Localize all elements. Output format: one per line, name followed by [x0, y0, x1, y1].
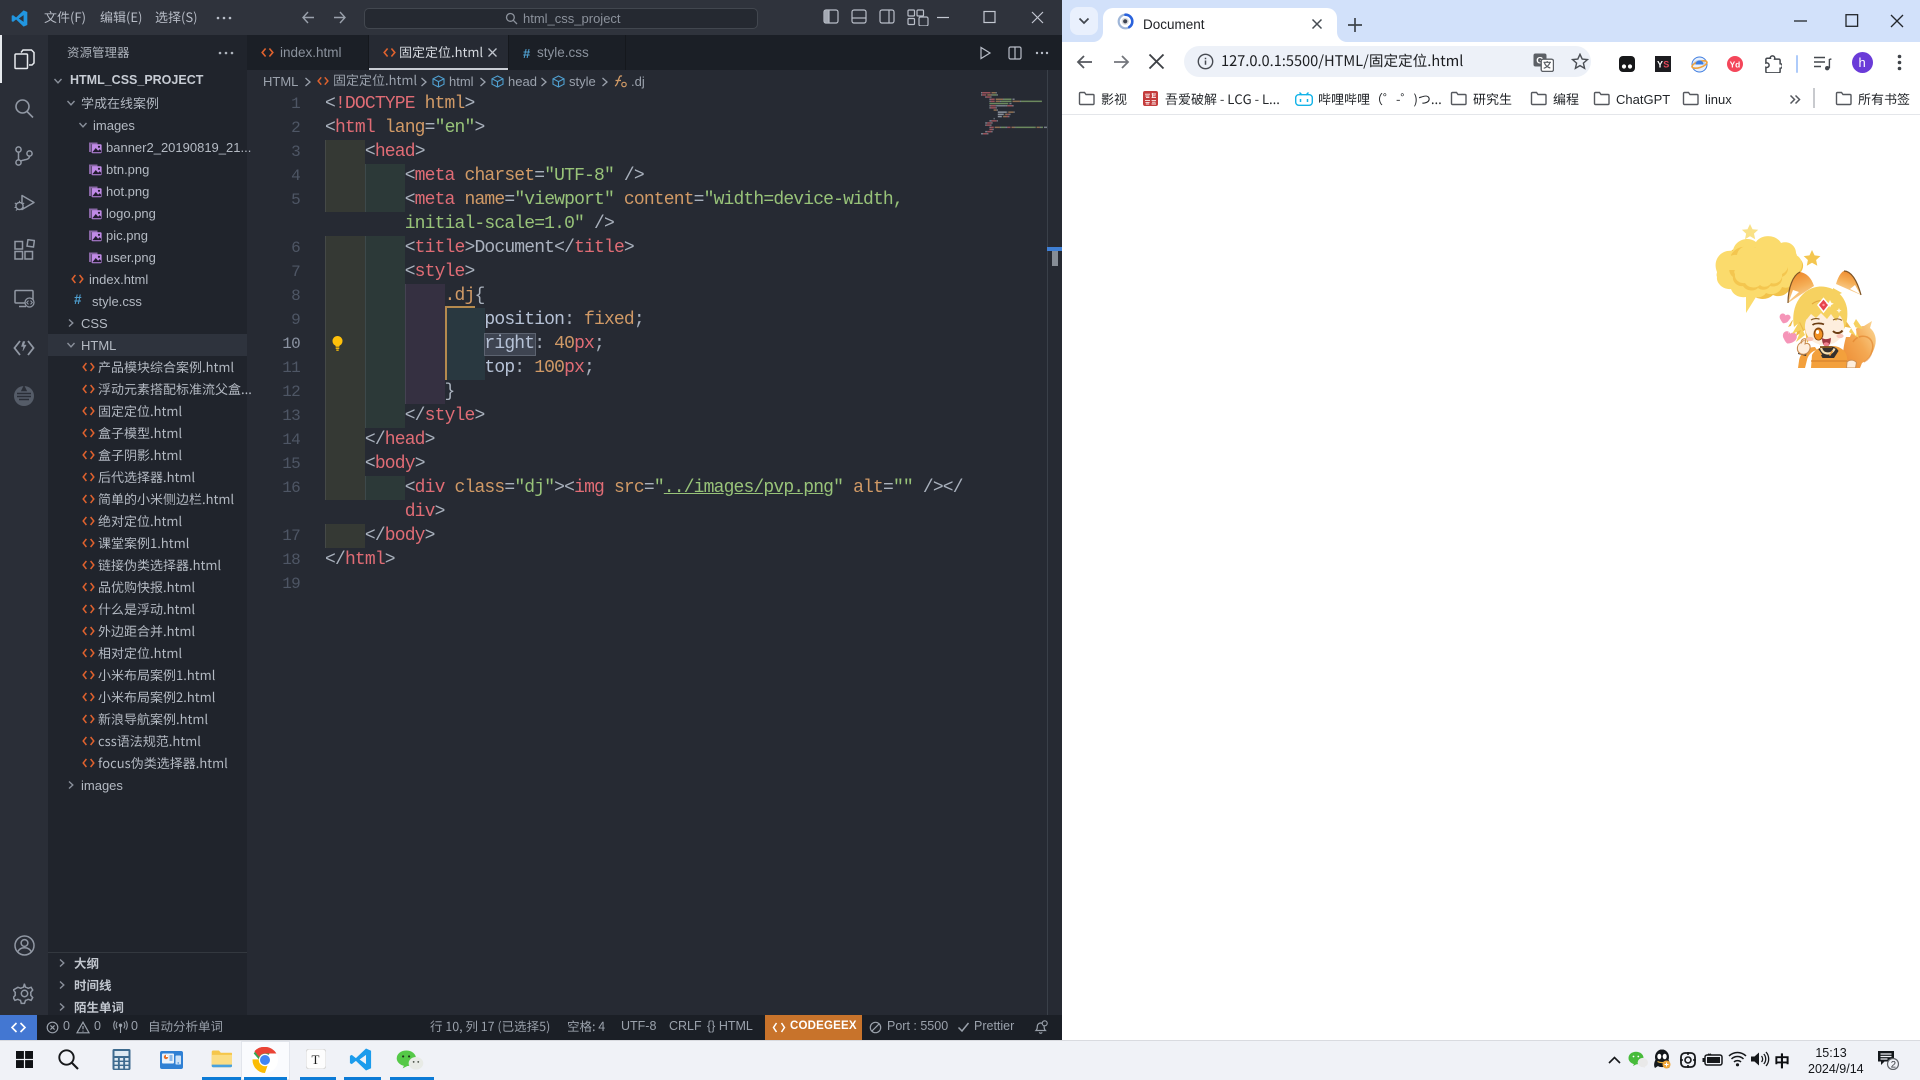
svg-text:S: S	[1663, 60, 1669, 70]
svg-text:T: T	[312, 1052, 320, 1067]
svg-text:Yd: Yd	[1730, 59, 1741, 69]
svg-text:Y: Y	[1657, 60, 1663, 70]
svg-text:2: 2	[1891, 1060, 1896, 1070]
